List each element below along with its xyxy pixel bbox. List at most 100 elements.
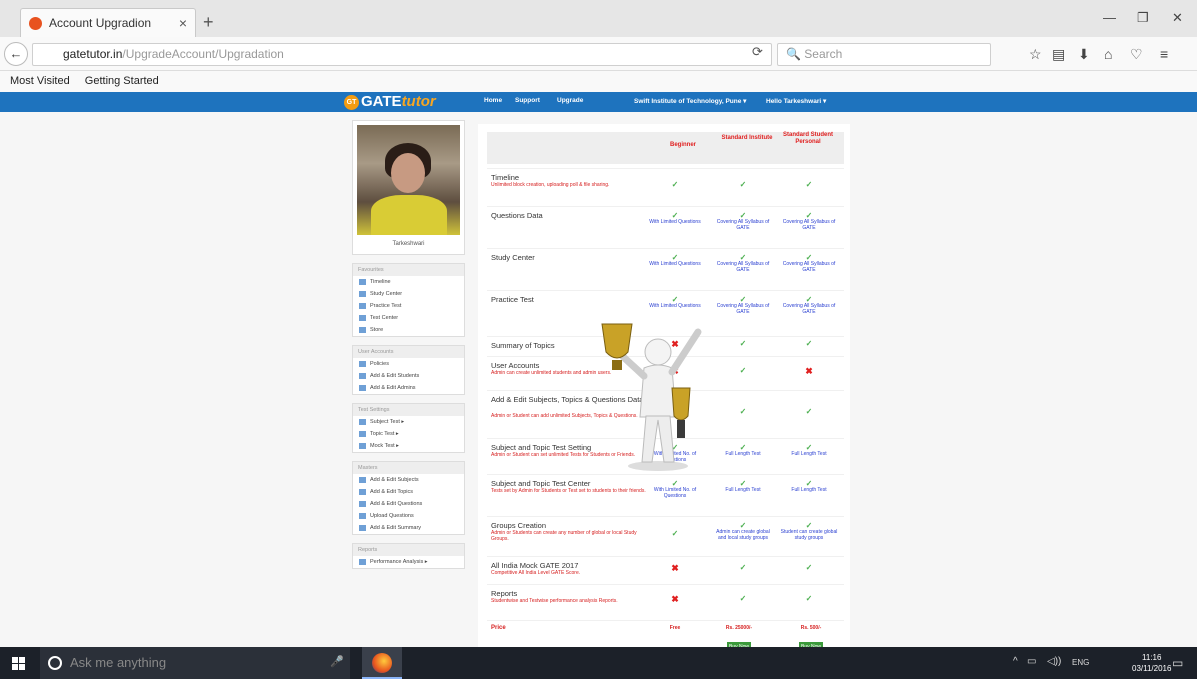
check-icon: ✓ [805, 407, 813, 416]
plan-cell: ✓ Full Length Test [713, 444, 773, 458]
plan-cell: ✓ [713, 181, 773, 189]
pocket-icon[interactable]: ♡ [1130, 46, 1143, 63]
sidebar-item-label: Test Center [370, 315, 399, 321]
network-icon[interactable]: ▭ [1027, 656, 1036, 667]
browser-tab[interactable]: Account Upgradion × [20, 8, 196, 37]
url-path: /UpgradeAccount/Upgradation [122, 47, 284, 61]
plan-cell: ✓ Covering All Syllabus of GATE [779, 254, 839, 274]
nav-upgrade[interactable]: Upgrade [557, 97, 583, 104]
plans-row: Subject and Topic Test Center Tests set b… [487, 474, 844, 516]
tab-title: Account Upgradion [49, 16, 152, 30]
cortana-search-input[interactable]: Ask me anything [40, 647, 350, 679]
sidebar-item-label: Topic Test ▸ [370, 431, 399, 437]
address-bar[interactable]: gatetutor.in/UpgradeAccount/Upgradation [32, 43, 772, 66]
avatar[interactable] [357, 125, 460, 235]
profile-card: Tarkeshwari [352, 120, 465, 255]
plan-cell: ✓ With Limited No. of Questions [645, 480, 705, 500]
sidebar-section-title: User Accounts [353, 346, 464, 358]
sidebar-item[interactable]: Add & Edit Summary [353, 522, 464, 534]
download-icon[interactable]: ⬇ [1078, 46, 1090, 63]
sidebar-item-icon [359, 525, 366, 531]
nav-user[interactable]: Hello Tarkeshwari ▾ [766, 97, 826, 105]
check-icon: ✓ [739, 407, 747, 416]
sidebar-item[interactable]: Add & Edit Admins [353, 382, 464, 394]
maximize-icon[interactable]: ❐ [1137, 10, 1149, 26]
tray-chevron-icon[interactable]: ^ [1013, 656, 1018, 667]
bookmark-most-visited[interactable]: Most Visited [10, 75, 70, 87]
reading-list-icon[interactable]: ▤ [1052, 46, 1065, 63]
trophy-figure-image [601, 323, 702, 471]
plan-cell: ✓ Covering All Syllabus of GATE [713, 296, 773, 316]
check-icon: ✓ [739, 594, 747, 603]
sidebar-item-icon [359, 385, 366, 391]
nav-support[interactable]: Support [515, 97, 540, 104]
sidebar-section: Test Settings Subject Test ▸ Topic Test ▸ M… [352, 403, 465, 453]
language-indicator[interactable]: ENG [1072, 658, 1089, 667]
sidebar-item[interactable]: Performance Analysis ▸ [353, 556, 464, 568]
tab-close-icon[interactable]: × [179, 15, 187, 31]
sidebar-item-icon [359, 489, 366, 495]
plan-cell: ✓ Covering All Syllabus of GATE [713, 254, 773, 274]
plan-cell: ✓ [645, 530, 705, 538]
search-input[interactable]: 🔍 Search [777, 43, 991, 66]
nav-institute[interactable]: Swift Institute of Technology, Pune ▾ [634, 97, 746, 105]
sidebar-item[interactable]: Add & Edit Subjects [353, 474, 464, 486]
site-logo[interactable]: GT GATEtutor [344, 93, 436, 110]
sidebar-item[interactable]: Subject Test ▸ [353, 416, 464, 428]
sidebar-item[interactable]: Study Center [353, 288, 464, 300]
profile-name: Tarkeshwari [392, 241, 425, 247]
bookmark-star-icon[interactable]: ☆ [1029, 46, 1042, 63]
plan-cell-note: With Limited No. of Questions [653, 487, 697, 499]
sidebar-item[interactable]: Add & Edit Topics [353, 486, 464, 498]
sidebar-item-icon [359, 291, 366, 297]
windows-start-icon[interactable] [12, 657, 25, 670]
microphone-icon[interactable]: 🎤 [330, 655, 344, 668]
menu-icon[interactable]: ≡ [1160, 46, 1168, 62]
feature-title: All India Mock GATE 2017 [491, 561, 579, 570]
sidebar-item[interactable]: Topic Test ▸ [353, 428, 464, 440]
sidebar-item[interactable]: Add & Edit Questions [353, 498, 464, 510]
plan-cell-note: Covering All Syllabus of GATE [716, 219, 770, 231]
sidebar-item-label: Store [370, 327, 384, 333]
clock[interactable]: 11:16 03/11/2016 [1132, 652, 1171, 674]
nav-home[interactable]: Home [484, 97, 502, 104]
plan-cell-note: Covering All Syllabus of GATE [782, 261, 836, 273]
sidebar-item-icon [359, 501, 366, 507]
plan-cell-note: Full Length Test [791, 451, 827, 457]
new-tab-icon[interactable]: + [203, 12, 214, 33]
sidebar-item[interactable]: Upload Questions [353, 510, 464, 522]
price-row: Price Free Rs. 25000/- Rs. 500/- [487, 620, 844, 640]
sidebar-item[interactable]: Mock Test ▸ [353, 440, 464, 452]
feature-title: Timeline [491, 173, 520, 182]
home-icon[interactable]: ⌂ [1104, 46, 1112, 62]
sidebar-item-label: Performance Analysis ▸ [370, 559, 428, 565]
volume-icon[interactable]: ◁)) [1047, 656, 1061, 667]
bookmark-getting-started[interactable]: Getting Started [85, 75, 159, 87]
header-standard-institute: Standard Institute [721, 135, 773, 141]
sidebar-item[interactable]: Timeline [353, 276, 464, 288]
notification-icon[interactable]: ▭ [1172, 656, 1183, 670]
price-beginner: Free [669, 625, 681, 631]
plan-cell-note: Covering All Syllabus of GATE [782, 303, 836, 315]
sidebar-item[interactable]: Test Center [353, 312, 464, 324]
sidebar-item-label: Practice Test [370, 303, 402, 309]
firefox-taskbar-button[interactable] [362, 647, 402, 679]
reload-icon[interactable]: ⟳ [752, 44, 763, 60]
bookmarks-toolbar: Most Visited Getting Started [0, 71, 1197, 92]
feature-description: Unlimited block creation, uploading poll… [491, 182, 610, 188]
plan-cell: ✓ With Limited Questions [645, 254, 705, 268]
sidebar-item[interactable]: Add & Edit Students [353, 370, 464, 382]
sidebar-item[interactable]: Policies [353, 358, 464, 370]
sidebar-item-icon [359, 477, 366, 483]
sidebar-item-label: Add & Edit Summary [370, 525, 422, 531]
close-window-icon[interactable]: ✕ [1172, 10, 1183, 26]
plan-cell-note: Student can create global study groups [780, 529, 838, 541]
minimize-icon[interactable]: — [1103, 10, 1116, 25]
sidebar-item[interactable]: Store [353, 324, 464, 336]
back-icon[interactable]: ← [4, 42, 28, 66]
sidebar-item[interactable]: Practice Test [353, 300, 464, 312]
plan-cell-note: Full Length Test [725, 487, 761, 493]
plan-cell-note: With Limited Questions [649, 303, 701, 309]
feature-description: Tests set by Admin for Students or Test … [491, 488, 646, 494]
sidebar-item-icon [359, 431, 366, 437]
